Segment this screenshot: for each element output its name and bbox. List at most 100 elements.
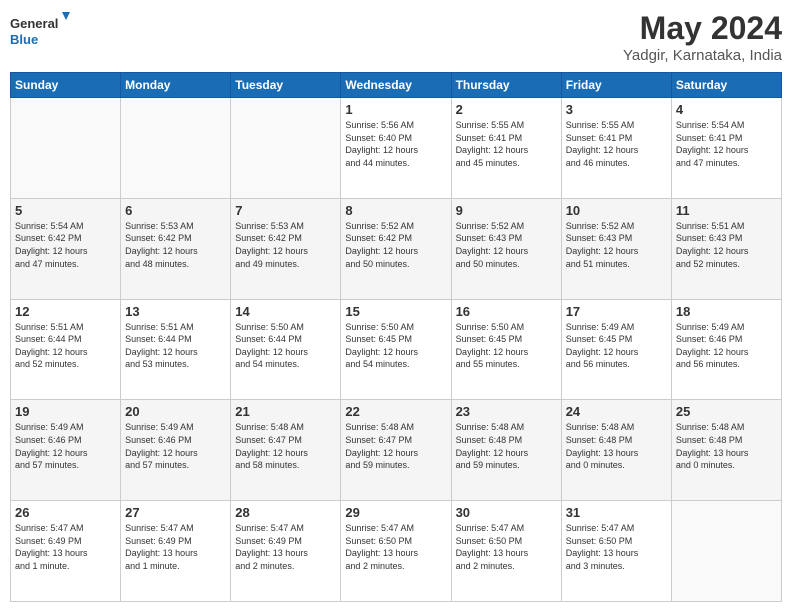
cell-date-number: 7 xyxy=(235,203,336,218)
col-saturday: Saturday xyxy=(671,73,781,98)
cell-date-number: 25 xyxy=(676,404,777,419)
cell-1-3: 8Sunrise: 5:52 AM Sunset: 6:42 PM Daylig… xyxy=(341,198,451,299)
cell-info-text: Sunrise: 5:52 AM Sunset: 6:43 PM Dayligh… xyxy=(456,220,557,270)
cell-date-number: 10 xyxy=(566,203,667,218)
cell-date-number: 2 xyxy=(456,102,557,117)
cell-info-text: Sunrise: 5:52 AM Sunset: 6:42 PM Dayligh… xyxy=(345,220,446,270)
cell-info-text: Sunrise: 5:48 AM Sunset: 6:48 PM Dayligh… xyxy=(566,421,667,471)
cell-date-number: 4 xyxy=(676,102,777,117)
cell-info-text: Sunrise: 5:53 AM Sunset: 6:42 PM Dayligh… xyxy=(235,220,336,270)
main-title: May 2024 xyxy=(623,10,782,47)
cell-date-number: 16 xyxy=(456,304,557,319)
cell-4-2: 28 Sunrise: 5:47 AM Sunset: 6:49 PM Dayli… xyxy=(231,501,341,602)
col-friday: Friday xyxy=(561,73,671,98)
cell-info-text: Sunrise: 5:47 AM Sunset: 6:50 PM Dayligh… xyxy=(456,522,557,572)
header-row: Sunday Monday Tuesday Wednesday Thursday… xyxy=(11,73,782,98)
cell-3-5: 24 Sunrise: 5:48 AM Sunset: 6:48 PM Dayli… xyxy=(561,400,671,501)
cell-2-4: 16 Sunrise: 5:50 AM Sunset: 6:45 PM Dayli… xyxy=(451,299,561,400)
cell-date-number: 21 xyxy=(235,404,336,419)
cell-0-1 xyxy=(121,98,231,199)
cell-3-6: 25 Sunrise: 5:48 AM Sunset: 6:48 PM Dayli… xyxy=(671,400,781,501)
cell-info-text: Sunrise: 5:47 AM Sunset: 6:49 PM Dayligh… xyxy=(235,522,336,572)
cell-date-number: 31 xyxy=(566,505,667,520)
cell-info-text: Sunrise: 5:49 AM Sunset: 6:46 PM Dayligh… xyxy=(15,421,116,471)
cell-info-text: Sunrise: 5:48 AM Sunset: 6:48 PM Dayligh… xyxy=(676,421,777,471)
title-block: May 2024 Yadgir, Karnataka, India xyxy=(623,10,782,64)
cell-info-text: Sunrise: 5:52 AM Sunset: 6:43 PM Dayligh… xyxy=(566,220,667,270)
cell-date-number: 15 xyxy=(345,304,446,319)
cell-1-1: 6Sunrise: 5:53 AM Sunset: 6:42 PM Daylig… xyxy=(121,198,231,299)
cell-info-text: Sunrise: 5:51 AM Sunset: 6:44 PM Dayligh… xyxy=(125,321,226,371)
cell-info-text: Sunrise: 5:47 AM Sunset: 6:49 PM Dayligh… xyxy=(125,522,226,572)
cell-date-number: 18 xyxy=(676,304,777,319)
cell-2-5: 17Sunrise: 5:49 AM Sunset: 6:45 PM Dayli… xyxy=(561,299,671,400)
col-tuesday: Tuesday xyxy=(231,73,341,98)
cell-date-number: 24 xyxy=(566,404,667,419)
cell-0-6: 4 Sunrise: 5:54 AM Sunset: 6:41 PM Daylig… xyxy=(671,98,781,199)
col-sunday: Sunday xyxy=(11,73,121,98)
cell-0-0 xyxy=(11,98,121,199)
cell-info-text: Sunrise: 5:50 AM Sunset: 6:45 PM Dayligh… xyxy=(456,321,557,371)
cell-info-text: Sunrise: 5:55 AM Sunset: 6:41 PM Dayligh… xyxy=(456,119,557,169)
cell-info-text: Sunrise: 5:51 AM Sunset: 6:43 PM Dayligh… xyxy=(676,220,777,270)
cell-date-number: 30 xyxy=(456,505,557,520)
cell-date-number: 9 xyxy=(456,203,557,218)
cell-2-1: 13 Sunrise: 5:51 AM Sunset: 6:44 PM Dayli… xyxy=(121,299,231,400)
subtitle: Yadgir, Karnataka, India xyxy=(623,47,782,64)
cell-date-number: 28 xyxy=(235,505,336,520)
week-row-3: 12Sunrise: 5:51 AM Sunset: 6:44 PM Dayli… xyxy=(11,299,782,400)
cell-info-text: Sunrise: 5:54 AM Sunset: 6:42 PM Dayligh… xyxy=(15,220,116,270)
cell-date-number: 3 xyxy=(566,102,667,117)
cell-info-text: Sunrise: 5:48 AM Sunset: 6:47 PM Dayligh… xyxy=(235,421,336,471)
cell-4-4: 30 Sunrise: 5:47 AM Sunset: 6:50 PM Dayli… xyxy=(451,501,561,602)
logo: General Blue xyxy=(10,10,70,50)
svg-text:General: General xyxy=(10,16,58,31)
cell-info-text: Sunrise: 5:50 AM Sunset: 6:44 PM Dayligh… xyxy=(235,321,336,371)
cell-3-4: 23 Sunrise: 5:48 AM Sunset: 6:48 PM Dayli… xyxy=(451,400,561,501)
cell-0-4: 2 Sunrise: 5:55 AM Sunset: 6:41 PM Daylig… xyxy=(451,98,561,199)
cell-info-text: Sunrise: 5:55 AM Sunset: 6:41 PM Dayligh… xyxy=(566,119,667,169)
cell-info-text: Sunrise: 5:53 AM Sunset: 6:42 PM Dayligh… xyxy=(125,220,226,270)
cell-date-number: 22 xyxy=(345,404,446,419)
calendar-table: Sunday Monday Tuesday Wednesday Thursday… xyxy=(10,72,782,602)
cell-info-text: Sunrise: 5:49 AM Sunset: 6:45 PM Dayligh… xyxy=(566,321,667,371)
cell-info-text: Sunrise: 5:49 AM Sunset: 6:46 PM Dayligh… xyxy=(125,421,226,471)
cell-1-2: 7 Sunrise: 5:53 AM Sunset: 6:42 PM Daylig… xyxy=(231,198,341,299)
cell-info-text: Sunrise: 5:50 AM Sunset: 6:45 PM Dayligh… xyxy=(345,321,446,371)
cell-info-text: Sunrise: 5:56 AM Sunset: 6:40 PM Dayligh… xyxy=(345,119,446,169)
cell-4-0: 26Sunrise: 5:47 AM Sunset: 6:49 PM Dayli… xyxy=(11,501,121,602)
cell-0-2 xyxy=(231,98,341,199)
col-thursday: Thursday xyxy=(451,73,561,98)
cell-date-number: 29 xyxy=(345,505,446,520)
cell-info-text: Sunrise: 5:47 AM Sunset: 6:49 PM Dayligh… xyxy=(15,522,116,572)
cell-info-text: Sunrise: 5:49 AM Sunset: 6:46 PM Dayligh… xyxy=(676,321,777,371)
cell-date-number: 20 xyxy=(125,404,226,419)
cell-date-number: 14 xyxy=(235,304,336,319)
header: General Blue May 2024 Yadgir, Karnataka,… xyxy=(10,10,782,64)
cell-4-1: 27Sunrise: 5:47 AM Sunset: 6:49 PM Dayli… xyxy=(121,501,231,602)
cell-1-6: 11 Sunrise: 5:51 AM Sunset: 6:43 PM Dayli… xyxy=(671,198,781,299)
col-monday: Monday xyxy=(121,73,231,98)
cell-1-0: 5 Sunrise: 5:54 AM Sunset: 6:42 PM Daylig… xyxy=(11,198,121,299)
cell-2-3: 15 Sunrise: 5:50 AM Sunset: 6:45 PM Dayli… xyxy=(341,299,451,400)
week-row-5: 26Sunrise: 5:47 AM Sunset: 6:49 PM Dayli… xyxy=(11,501,782,602)
cell-0-5: 3 Sunrise: 5:55 AM Sunset: 6:41 PM Daylig… xyxy=(561,98,671,199)
cell-info-text: Sunrise: 5:51 AM Sunset: 6:44 PM Dayligh… xyxy=(15,321,116,371)
cell-date-number: 5 xyxy=(15,203,116,218)
cell-4-5: 31Sunrise: 5:47 AM Sunset: 6:50 PM Dayli… xyxy=(561,501,671,602)
cell-date-number: 19 xyxy=(15,404,116,419)
calendar-header: Sunday Monday Tuesday Wednesday Thursday… xyxy=(11,73,782,98)
cell-info-text: Sunrise: 5:47 AM Sunset: 6:50 PM Dayligh… xyxy=(345,522,446,572)
cell-0-3: 1Sunrise: 5:56 AM Sunset: 6:40 PM Daylig… xyxy=(341,98,451,199)
cell-2-6: 18 Sunrise: 5:49 AM Sunset: 6:46 PM Dayli… xyxy=(671,299,781,400)
calendar-body: 1Sunrise: 5:56 AM Sunset: 6:40 PM Daylig… xyxy=(11,98,782,602)
cell-date-number: 13 xyxy=(125,304,226,319)
cell-4-6 xyxy=(671,501,781,602)
cell-date-number: 23 xyxy=(456,404,557,419)
cell-date-number: 11 xyxy=(676,203,777,218)
cell-info-text: Sunrise: 5:54 AM Sunset: 6:41 PM Dayligh… xyxy=(676,119,777,169)
cell-2-0: 12Sunrise: 5:51 AM Sunset: 6:44 PM Dayli… xyxy=(11,299,121,400)
svg-text:Blue: Blue xyxy=(10,32,38,47)
cell-info-text: Sunrise: 5:48 AM Sunset: 6:48 PM Dayligh… xyxy=(456,421,557,471)
cell-2-2: 14 Sunrise: 5:50 AM Sunset: 6:44 PM Dayli… xyxy=(231,299,341,400)
